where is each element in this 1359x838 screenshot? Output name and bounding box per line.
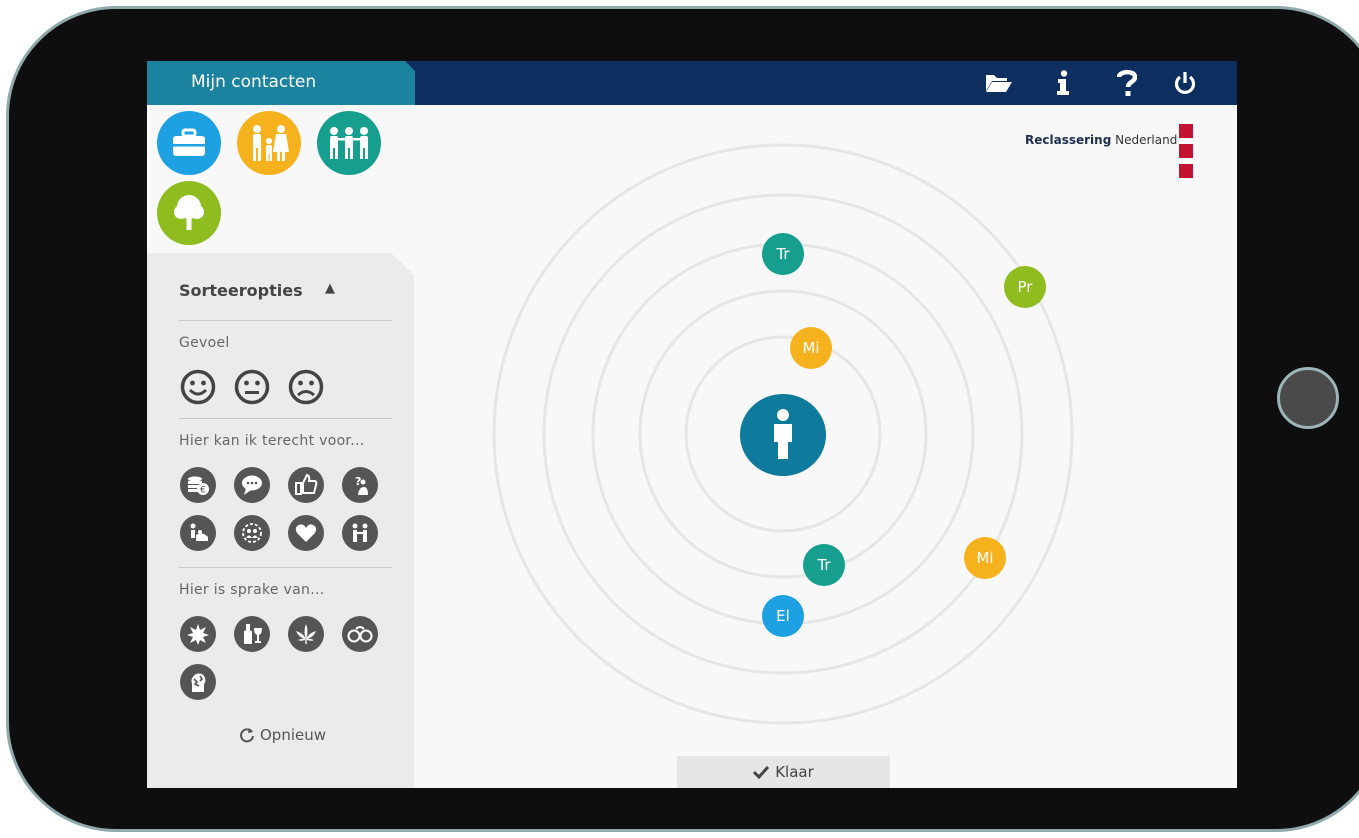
checkmark-icon <box>753 765 770 779</box>
contact-node-label: Mi <box>802 339 820 357</box>
brand-mark <box>1179 144 1193 158</box>
contact-node[interactable]: Mi <box>790 327 832 369</box>
brand-mark <box>1179 124 1193 138</box>
contact-node[interactable]: Mi <box>964 537 1006 579</box>
contact-node-label: Tr <box>817 556 831 574</box>
tablet-home-button[interactable] <box>1277 367 1339 429</box>
app-screen: Mijn contacten Sorteeropties ▲ Gevoel Hi… <box>147 61 1237 788</box>
contact-node[interactable]: El <box>762 595 804 637</box>
brand-rest: Nederland <box>1115 133 1178 147</box>
brand-bold: Reclassering <box>1025 133 1112 147</box>
person-icon <box>774 409 792 459</box>
contact-node[interactable]: Pr <box>1004 266 1046 308</box>
network-orbits <box>492 143 1074 725</box>
contact-node[interactable]: Tr <box>762 233 804 275</box>
brand-mark <box>1179 164 1193 178</box>
contact-node-label: Mi <box>976 549 994 567</box>
brand-logo: Reclassering Nederland <box>1025 133 1177 147</box>
done-label: Klaar <box>775 763 814 781</box>
self-center-node[interactable] <box>740 394 826 476</box>
contact-node-label: Pr <box>1017 278 1033 296</box>
contact-node-label: Tr <box>776 245 790 263</box>
contact-node[interactable]: Tr <box>803 544 845 586</box>
contact-node-label: El <box>776 607 790 625</box>
done-button[interactable]: Klaar <box>677 756 890 788</box>
